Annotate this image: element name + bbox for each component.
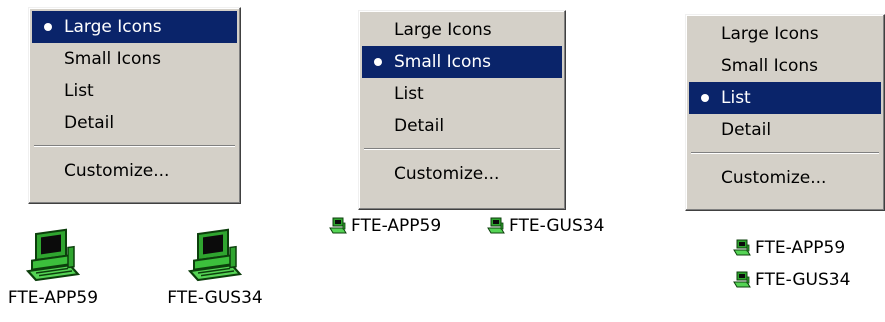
computer-icon bbox=[329, 217, 347, 234]
menu-item-list[interactable]: List bbox=[32, 75, 237, 107]
computer-label: FTE-GUS34 bbox=[167, 288, 263, 308]
menu-separator bbox=[364, 148, 560, 150]
computer-item-fte-gus34[interactable]: FTE-GUS34 bbox=[486, 216, 604, 236]
computer-label: FTE-GUS34 bbox=[509, 216, 605, 236]
menu-item-detail[interactable]: Detail bbox=[362, 110, 562, 142]
menu-item-small-icons[interactable]: Small Icons bbox=[32, 43, 237, 75]
computer-label: FTE-GUS34 bbox=[755, 270, 851, 290]
computer-item-fte-app59[interactable]: FTE-APP59 bbox=[328, 216, 441, 236]
view-menu-1: Large Icons Small Icons List Detail Cust… bbox=[28, 7, 241, 204]
menu-item-customize[interactable]: Customize... bbox=[362, 158, 562, 190]
menu-separator bbox=[691, 152, 879, 154]
view-menu-2: Large Icons Small Icons List Detail Cust… bbox=[358, 10, 566, 210]
menu-item-detail[interactable]: Detail bbox=[689, 114, 881, 146]
computer-item-fte-gus34[interactable]: FTE-GUS34 bbox=[160, 222, 270, 308]
menu-item-small-icons[interactable]: Small Icons bbox=[689, 50, 881, 82]
computer-icon bbox=[487, 217, 505, 234]
view-menu-3: Large Icons Small Icons List Detail Cust… bbox=[685, 14, 885, 211]
computer-icon bbox=[733, 271, 751, 288]
computer-item-fte-app59[interactable]: FTE-APP59 bbox=[0, 222, 108, 308]
radio-bullet-icon bbox=[44, 23, 52, 31]
menu-item-small-icons[interactable]: Small Icons bbox=[362, 46, 562, 78]
computer-icon bbox=[187, 228, 243, 282]
computer-icon bbox=[25, 228, 81, 282]
menu-item-list[interactable]: List bbox=[689, 82, 881, 114]
menu-separator bbox=[34, 145, 235, 147]
radio-bullet-icon bbox=[374, 58, 382, 66]
radio-bullet-icon bbox=[701, 94, 709, 102]
menu-item-large-icons[interactable]: Large Icons bbox=[362, 14, 562, 46]
menu-item-customize[interactable]: Customize... bbox=[689, 162, 881, 194]
computer-icon bbox=[733, 239, 751, 256]
menu-item-large-icons[interactable]: Large Icons bbox=[32, 11, 237, 43]
computer-item-fte-app59[interactable]: FTE-APP59 bbox=[732, 238, 845, 258]
menu-item-list[interactable]: List bbox=[362, 78, 562, 110]
menu-item-customize[interactable]: Customize... bbox=[32, 155, 237, 187]
computer-label: FTE-APP59 bbox=[755, 238, 846, 258]
menu-item-detail[interactable]: Detail bbox=[32, 107, 237, 139]
menu-item-large-icons[interactable]: Large Icons bbox=[689, 18, 881, 50]
computer-label: FTE-APP59 bbox=[351, 216, 442, 236]
computer-label: FTE-APP59 bbox=[7, 288, 99, 308]
computer-item-fte-gus34[interactable]: FTE-GUS34 bbox=[732, 270, 850, 290]
